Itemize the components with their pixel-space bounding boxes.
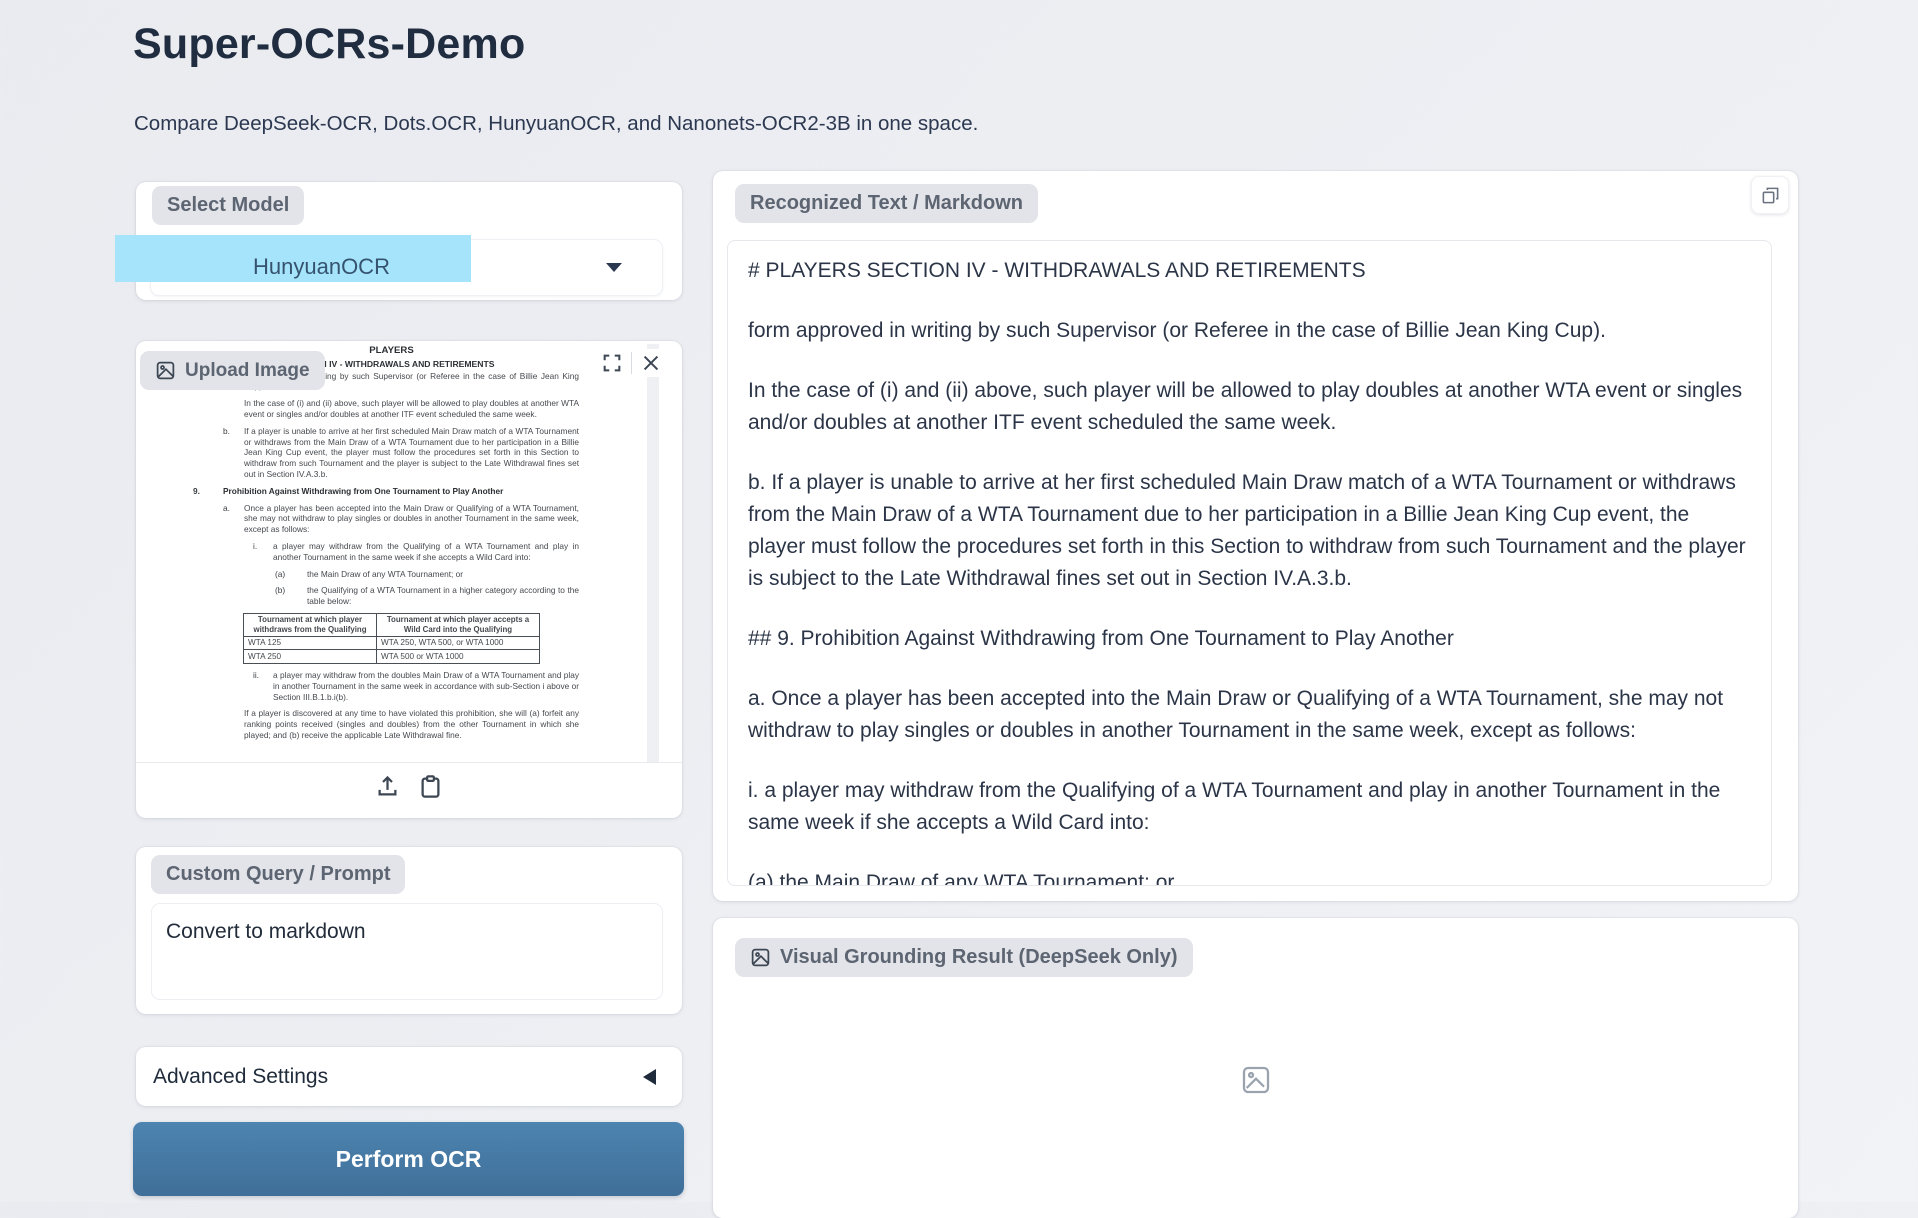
model-select-card: Select Model HunyuanOCR <box>136 182 682 300</box>
ocr-paragraph: # PLAYERS SECTION IV - WITHDRAWALS AND R… <box>748 255 1751 287</box>
document-line: (a)the Main Draw of any WTA Tournament; … <box>136 569 647 580</box>
visual-grounding-label-text: Visual Grounding Result (DeepSeek Only) <box>780 946 1178 969</box>
image-edge-shade <box>647 344 659 763</box>
app: { "colors": { "accent_button": "#44779f"… <box>0 0 1918 1202</box>
ocr-paragraph: b. If a player is unable to arrive at he… <box>748 467 1751 595</box>
recognized-text-label: Recognized Text / Markdown <box>735 184 1038 223</box>
ocr-paragraph: ## 9. Prohibition Against Withdrawing fr… <box>748 623 1751 655</box>
upload-image-card: PLAYERSSECTION IV - WITHDRAWALS AND RETI… <box>136 341 682 818</box>
controls-divider <box>631 352 632 374</box>
upload-image-label-text: Upload Image <box>185 360 310 382</box>
footer-divider <box>136 762 682 763</box>
copy-button[interactable] <box>1751 176 1789 214</box>
ocr-paragraph: i. a player may withdraw from the Qualif… <box>748 775 1751 839</box>
upload-image-label: Upload Image <box>140 351 325 390</box>
ocr-paragraph: (a) the Main Draw of any WTA Tournament;… <box>748 867 1751 886</box>
document-table: Tournament at which player withdraws fro… <box>243 613 540 664</box>
document-line: b.If a player is unable to arrive at her… <box>136 426 647 480</box>
ocr-paragraph: form approved in writing by such Supervi… <box>748 315 1751 347</box>
document-table-cell: WTA 250, WTA 500, or WTA 1000 <box>377 636 540 650</box>
document-line: ii.a player may withdraw from the double… <box>136 670 647 702</box>
perform-ocr-button[interactable]: Perform OCR <box>133 1122 684 1196</box>
fullscreen-button[interactable] <box>601 352 623 374</box>
document-table-header: Tournament at which player accepts a Wil… <box>377 613 540 636</box>
model-dropdown-value[interactable]: HunyuanOCR <box>253 239 390 294</box>
chevron-left-icon <box>643 1069 656 1085</box>
document-line: If a player is discovered at any time to… <box>136 708 647 740</box>
ocr-output: # PLAYERS SECTION IV - WITHDRAWALS AND R… <box>727 240 1772 886</box>
document-table-cell: WTA 250 <box>244 650 377 664</box>
recognized-text-card: Recognized Text / Markdown # PLAYERS SEC… <box>713 171 1798 901</box>
ocr-paragraph: a. Once a player has been accepted into … <box>748 683 1751 747</box>
image-placeholder-icon <box>1240 1064 1272 1096</box>
page-title: Super-OCRs-Demo <box>133 20 525 69</box>
advanced-settings-label: Advanced Settings <box>153 1065 328 1089</box>
image-icon <box>155 360 176 381</box>
document-table-cell: WTA 500 or WTA 1000 <box>377 650 540 664</box>
upload-icon[interactable] <box>374 773 401 800</box>
model-select-label: Select Model <box>152 186 304 225</box>
document-table-header: Tournament at which player withdraws fro… <box>244 613 377 636</box>
prompt-textarea[interactable]: Convert to markdown <box>151 903 663 1000</box>
image-icon <box>750 947 771 968</box>
image-controls <box>597 349 666 377</box>
document-line: In the case of (i) and (ii) above, such … <box>136 398 647 420</box>
image-footer <box>136 773 682 800</box>
clipboard-icon[interactable] <box>417 773 444 800</box>
document-line: 9.Prohibition Against Withdrawing from O… <box>136 486 647 497</box>
document-line: (b)the Qualifying of a WTA Tournament in… <box>136 585 647 607</box>
advanced-settings-accordion[interactable]: Advanced Settings <box>136 1047 682 1106</box>
visual-grounding-card: Visual Grounding Result (DeepSeek Only) <box>713 918 1798 1218</box>
document-line: i.a player may withdraw from the Qualify… <box>136 541 647 563</box>
custom-query-label: Custom Query / Prompt <box>151 855 405 894</box>
document-line: a.Once a player has been accepted into t… <box>136 503 647 535</box>
visual-grounding-label: Visual Grounding Result (DeepSeek Only) <box>735 938 1193 977</box>
page-subtitle: Compare DeepSeek-OCR, Dots.OCR, HunyuanO… <box>134 112 978 136</box>
document-table-cell: WTA 125 <box>244 636 377 650</box>
close-icon[interactable] <box>640 352 662 374</box>
ocr-paragraph: In the case of (i) and (ii) above, such … <box>748 375 1751 439</box>
uploaded-image-preview[interactable]: PLAYERSSECTION IV - WITHDRAWALS AND RETI… <box>136 344 647 763</box>
custom-query-card: Custom Query / Prompt Convert to markdow… <box>136 847 682 1014</box>
chevron-down-icon <box>606 263 622 272</box>
